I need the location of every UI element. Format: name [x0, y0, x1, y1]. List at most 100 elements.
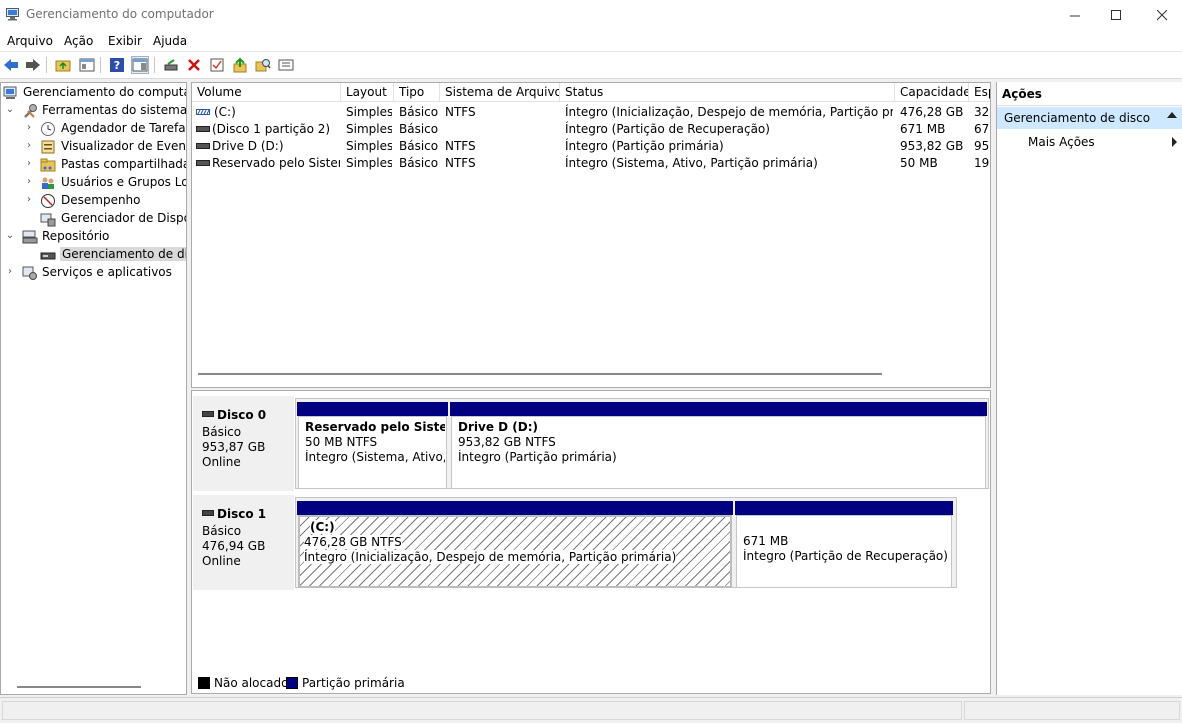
action-pane-icon: [132, 58, 148, 72]
export-button[interactable]: [231, 56, 249, 74]
partition-status: Íntegro (Sistema, Ativo, Pa: [305, 450, 445, 464]
storage-icon: [22, 230, 38, 244]
tree-item-label: Gerenciador de Disposit: [61, 211, 186, 225]
show-actions-button[interactable]: [131, 56, 149, 74]
expand-chevron-icon[interactable]: ›: [24, 194, 34, 206]
tree-item-pastas-compartilhadas[interactable]: › Pastas compartilhadas: [1, 156, 186, 174]
expand-chevron-icon[interactable]: ›: [24, 140, 34, 152]
expand-chevron-icon[interactable]: ›: [24, 176, 34, 188]
column-header-layout[interactable]: Layout: [341, 83, 394, 102]
disk-name: Disco 1: [202, 507, 266, 521]
cell-capacidade: 953,82 GB: [900, 139, 964, 153]
partition-primary-bar: [297, 402, 448, 416]
tree-horizontal-scrollbar[interactable]: [17, 686, 141, 688]
partition-primary-bar: [450, 402, 987, 416]
table-row[interactable]: Reservado pelo Sistema Simples Básico NT…: [192, 155, 990, 172]
table-row[interactable]: (C:) Simples Básico NTFS Íntegro (Inicia…: [192, 104, 990, 121]
tree-item-gerenciamento-disco[interactable]: Gerenciamento de disco: [1, 246, 186, 264]
show-hide-tree-button[interactable]: [78, 56, 96, 74]
tree-item-usuarios-grupos[interactable]: › Usuários e Grupos Loca: [1, 174, 186, 192]
cell-espaco: 671: [974, 122, 990, 136]
disk-info[interactable]: Disco 1 Básico 476,94 GB Online: [193, 495, 294, 590]
column-header-sistema-arquivos[interactable]: Sistema de Arquivos: [440, 83, 560, 102]
expand-chevron-icon[interactable]: ›: [24, 158, 34, 170]
cell-tipo: Básico: [399, 156, 439, 170]
cell-volume: Drive D (D:): [212, 139, 284, 153]
menu-ajuda[interactable]: Ajuda: [153, 34, 187, 48]
partition-primary-bar: [735, 501, 953, 515]
partition-title: Drive D (D:): [458, 420, 538, 434]
menu-acao[interactable]: Ação: [64, 34, 93, 48]
delete-button[interactable]: [185, 56, 203, 74]
partition-drive-d[interactable]: Drive D (D:) 953,82 GB NTFS Íntegro (Par…: [450, 402, 987, 490]
tree-item-repositorio[interactable]: ⌄ Repositório: [1, 228, 186, 246]
search-button[interactable]: [254, 56, 272, 74]
partition-size: 671 MB: [743, 534, 789, 548]
legend: Não alocado Partição primária: [192, 673, 990, 693]
cell-capacidade: 476,28 GB: [900, 105, 964, 119]
properties-check-icon: [210, 58, 224, 72]
options-button[interactable]: [277, 56, 295, 74]
forward-button[interactable]: [24, 56, 42, 74]
tree-item-desempenho[interactable]: › Desempenho: [1, 192, 186, 210]
tree-item-label: Serviços e aplicativos: [42, 265, 172, 279]
minimize-button[interactable]: [1052, 0, 1098, 30]
search-folder-icon: [255, 59, 271, 72]
back-button[interactable]: [2, 56, 20, 74]
column-header-espaco[interactable]: Esp: [969, 83, 990, 102]
properties-button[interactable]: [208, 56, 226, 74]
maximize-button[interactable]: [1093, 0, 1139, 30]
performance-icon: [41, 194, 55, 208]
cell-tipo: Básico: [399, 139, 439, 153]
collapse-chevron-icon[interactable]: ⌄: [5, 230, 15, 242]
tree-item-agendador-tarefas[interactable]: › Agendador de Tarefas: [1, 120, 186, 138]
partition-recuperacao[interactable]: 671 MB Íntegro (Partição de Recuperação): [735, 501, 953, 589]
cell-layout: Simples: [346, 139, 392, 153]
connect-drive-button[interactable]: [162, 56, 180, 74]
column-header-tipo[interactable]: Tipo: [394, 83, 440, 102]
disk-state: Online: [202, 554, 241, 568]
tree-item-visualizador-eventos[interactable]: › Visualizador de Eventos: [1, 138, 186, 156]
title-bar: Gerenciamento do computador: [0, 0, 1182, 30]
column-header-status[interactable]: Status: [560, 83, 895, 102]
actions-section-gerenciamento-disco[interactable]: Gerenciamento de disco: [997, 107, 1182, 129]
cell-capacidade: 671 MB: [900, 122, 946, 136]
expand-chevron-icon[interactable]: ›: [24, 122, 34, 134]
computer-management-icon: [3, 86, 17, 99]
tree-item-ferramentas-sistema[interactable]: ⌄ Ferramentas do sistema: [1, 102, 186, 120]
legend-swatch-unallocated: [198, 677, 210, 689]
cell-tipo: Básico: [399, 122, 439, 136]
up-folder-button[interactable]: [54, 56, 72, 74]
column-header-volume[interactable]: Volume: [192, 83, 341, 102]
partition-status: Íntegro (Inicialização, Despejo de memór…: [304, 550, 677, 564]
collapse-chevron-icon[interactable]: ⌄: [5, 104, 15, 116]
disk-size: 953,87 GB: [202, 440, 266, 454]
help-button[interactable]: ?: [108, 56, 126, 74]
tree-item-gerenciador-dispositivos[interactable]: Gerenciador de Disposit: [1, 210, 186, 228]
tree-item-gerenciamento-computador[interactable]: Gerenciamento do computado: [1, 84, 186, 102]
table-row[interactable]: (Disco 1 partição 2) Simples Básico Ínte…: [192, 121, 990, 138]
tree-item-label: Pastas compartilhadas: [61, 157, 187, 171]
volume-list-horizontal-scrollbar[interactable]: [198, 373, 882, 375]
disk-row-1: Disco 1 Básico 476,94 GB Online (C:) 476…: [192, 493, 958, 592]
partition-c[interactable]: (C:) 476,28 GB NTFS Íntegro (Inicializaç…: [297, 501, 733, 589]
expand-chevron-icon[interactable]: ›: [5, 266, 15, 278]
column-header-capacidade[interactable]: Capacidade: [895, 83, 969, 102]
menu-arquivo[interactable]: Arquivo: [7, 34, 53, 48]
disk-info[interactable]: Disco 0 Básico 953,87 GB Online: [193, 396, 294, 491]
actions-section-label: Gerenciamento de disco: [1004, 111, 1151, 125]
close-button[interactable]: [1139, 0, 1182, 30]
action-mais-acoes[interactable]: Mais Ações: [997, 132, 1182, 152]
window-title: Gerenciamento do computador: [26, 7, 214, 21]
cell-status: Íntegro (Sistema, Ativo, Partição primár…: [565, 156, 818, 170]
actions-pane: Ações Gerenciamento de disco Mais Ações: [996, 82, 1182, 695]
partition-reservado-sistema[interactable]: Reservado pelo Sistema 50 MB NTFS Íntegr…: [297, 402, 448, 490]
partition-size: 476,28 GB NTFS: [304, 535, 402, 549]
tree-item-label: Gerenciamento do computado: [23, 85, 186, 99]
cell-espaco: 19: [974, 156, 990, 170]
partition-title: (C:): [310, 520, 335, 534]
menu-exibir[interactable]: Exibir: [108, 34, 142, 48]
tree-item-servicos-aplicativos[interactable]: › Serviços e aplicativos: [1, 264, 186, 282]
table-row[interactable]: Drive D (D:) Simples Básico NTFS Íntegro…: [192, 138, 990, 155]
partition-body: Reservado pelo Sistema 50 MB NTFS Íntegr…: [298, 416, 447, 489]
